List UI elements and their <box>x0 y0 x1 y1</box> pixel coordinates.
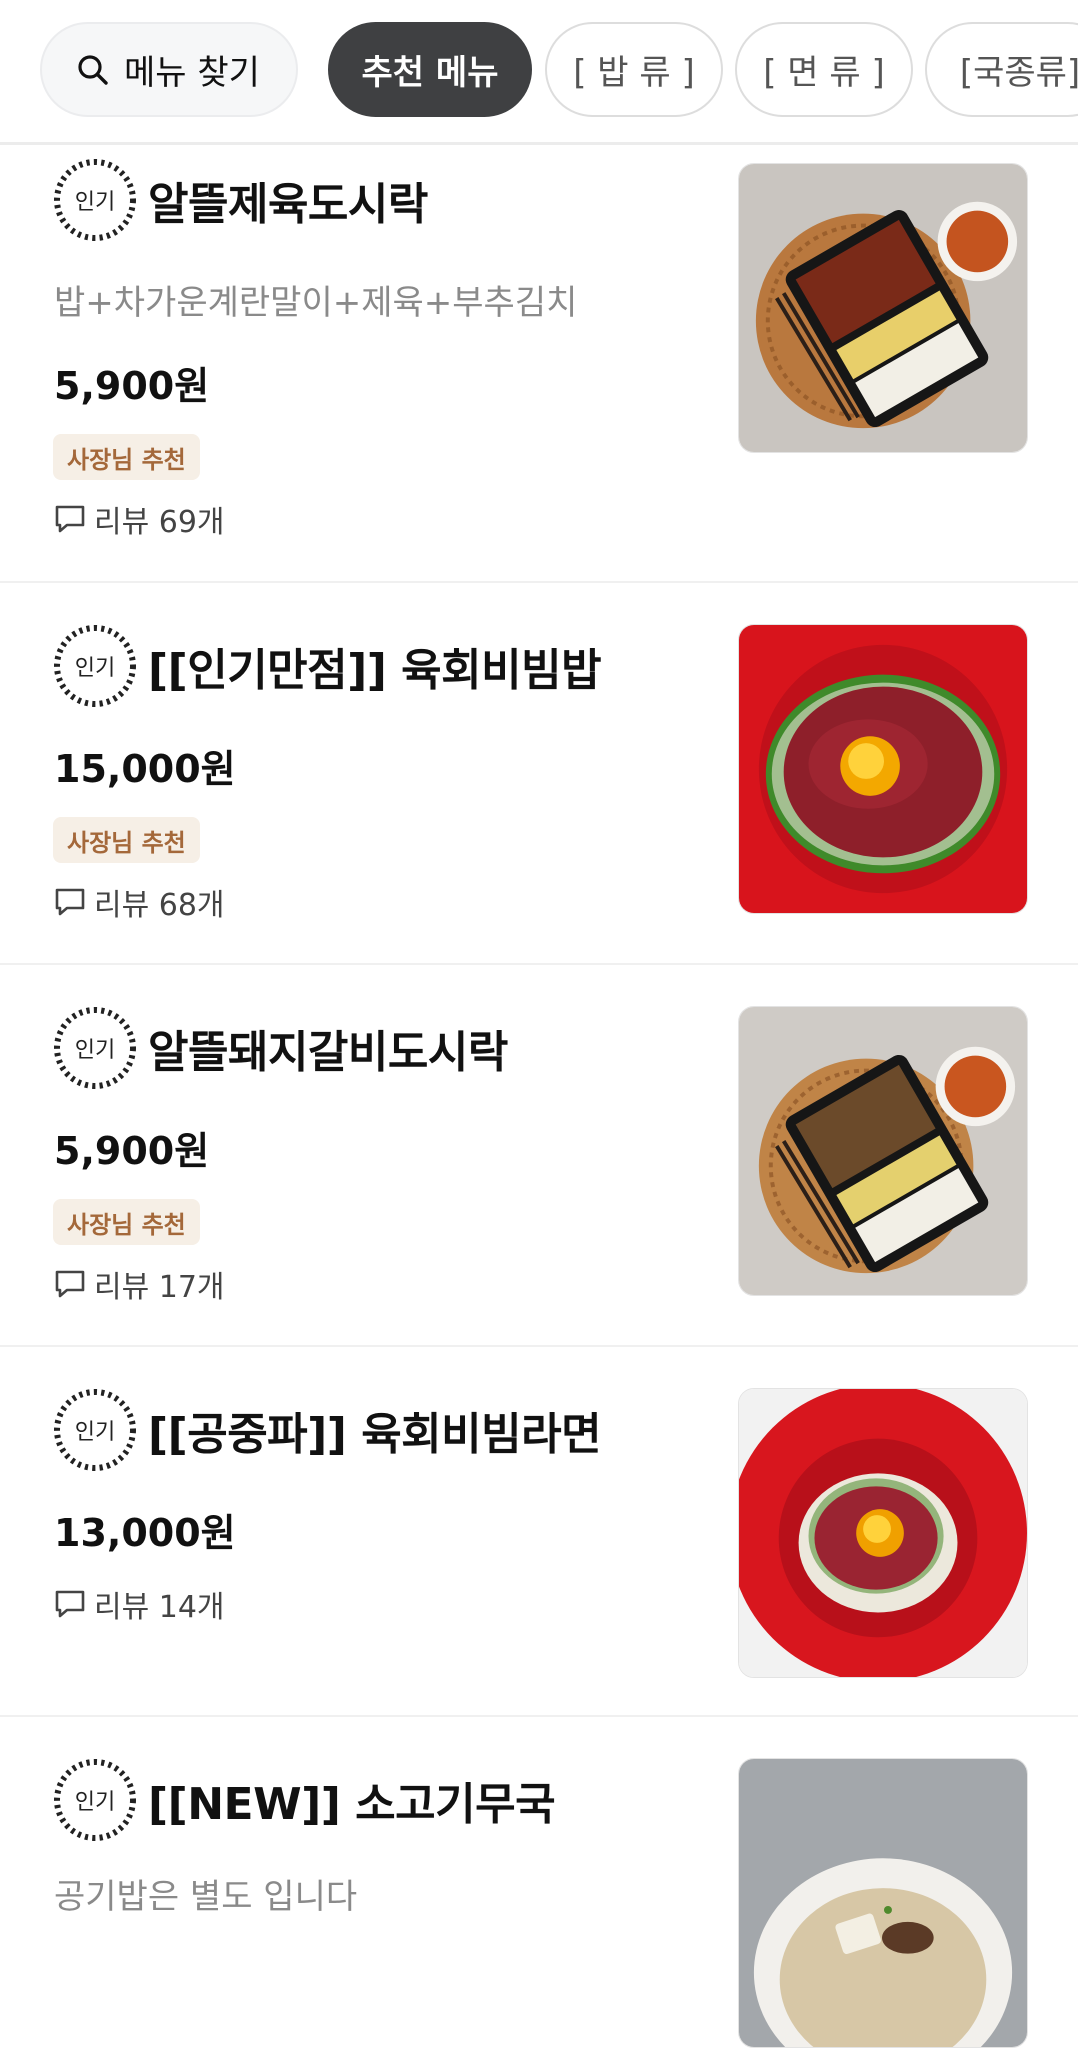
category-header: 메뉴 찾기 추천 메뉴 [ 밥 류 ] [ 면 류 ] [국종류] <box>0 0 1078 145</box>
menu-item-price: 15,000원 <box>54 747 236 791</box>
tab-recommended[interactable]: 추천 메뉴 <box>328 22 532 117</box>
menu-item-title: 알뜰제육도시락 <box>148 179 428 230</box>
menu-item-photo <box>738 1758 1028 2048</box>
svg-text:인기: 인기 <box>75 656 115 681</box>
svg-text:인기: 인기 <box>75 190 115 215</box>
comment-icon <box>55 1590 85 1618</box>
menu-item-photo <box>738 1006 1028 1296</box>
popular-badge-icon: 인기 <box>54 625 136 707</box>
comment-icon <box>55 1270 85 1298</box>
comment-icon <box>55 505 85 533</box>
svg-text:인기: 인기 <box>75 1038 115 1063</box>
menu-item-title: 알뜰돼지갈비도시락 <box>148 1027 508 1078</box>
menu-item[interactable]: 인기 [[공중파]] 육회비빔라면 13,000원 리뷰 14개 <box>0 1349 1078 1717</box>
tab-soup[interactable]: [국종류] <box>925 22 1078 117</box>
menu-item[interactable]: 인기 알뜰제육도시락 밥+차가운계란말이+제육+부추김치 5,900원 사장님 … <box>0 147 1078 583</box>
menu-item-photo <box>738 1388 1028 1678</box>
menu-item[interactable]: 인기 알뜰돼지갈비도시락 5,900원 사장님 추천 리뷰 17개 <box>0 967 1078 1347</box>
tab-rice[interactable]: [ 밥 류 ] <box>545 22 723 117</box>
menu-item-title: [[NEW]] 소고기무국 <box>148 1779 556 1830</box>
menu-item-price: 5,900원 <box>54 1129 210 1173</box>
popular-badge-icon: 인기 <box>54 1759 136 1841</box>
menu-item-price: 5,900원 <box>54 364 210 408</box>
review-count: 리뷰 68개 <box>94 888 225 923</box>
menu-item[interactable]: 인기 [[인기만점]] 육회비빔밥 15,000원 사장님 추천 리뷰 68개 <box>0 585 1078 965</box>
menu-item-description: 공기밥은 별도 입니다 <box>54 1877 358 1917</box>
recommend-badge: 사장님 추천 <box>53 1199 200 1245</box>
menu-item[interactable]: 인기 [[NEW]] 소고기무국 공기밥은 별도 입니다 <box>0 1719 1078 2048</box>
popular-badge-icon: 인기 <box>54 1007 136 1089</box>
svg-text:인기: 인기 <box>75 1420 115 1445</box>
recommend-badge: 사장님 추천 <box>53 817 200 863</box>
svg-text:인기: 인기 <box>75 1790 115 1815</box>
menu-item-title: [[인기만점]] 육회비빔밥 <box>148 645 602 696</box>
menu-search-label: 메뉴 찾기 <box>124 53 260 93</box>
menu-item-title: [[공중파]] 육회비빔라면 <box>148 1409 602 1460</box>
tab-noodles[interactable]: [ 면 류 ] <box>735 22 913 117</box>
review-count: 리뷰 14개 <box>94 1590 225 1625</box>
menu-item-description: 밥+차가운계란말이+제육+부추김치 <box>54 283 578 323</box>
menu-item-photo <box>738 624 1028 914</box>
popular-badge-icon: 인기 <box>54 159 136 241</box>
review-count: 리뷰 17개 <box>94 1270 225 1305</box>
menu-item-photo <box>738 163 1028 453</box>
popular-badge-icon: 인기 <box>54 1389 136 1471</box>
comment-icon <box>55 888 85 916</box>
review-count: 리뷰 69개 <box>94 505 225 540</box>
menu-item-price: 13,000원 <box>54 1511 236 1555</box>
search-icon <box>78 54 108 85</box>
recommend-badge: 사장님 추천 <box>53 434 200 480</box>
menu-search-button[interactable]: 메뉴 찾기 <box>40 22 298 117</box>
